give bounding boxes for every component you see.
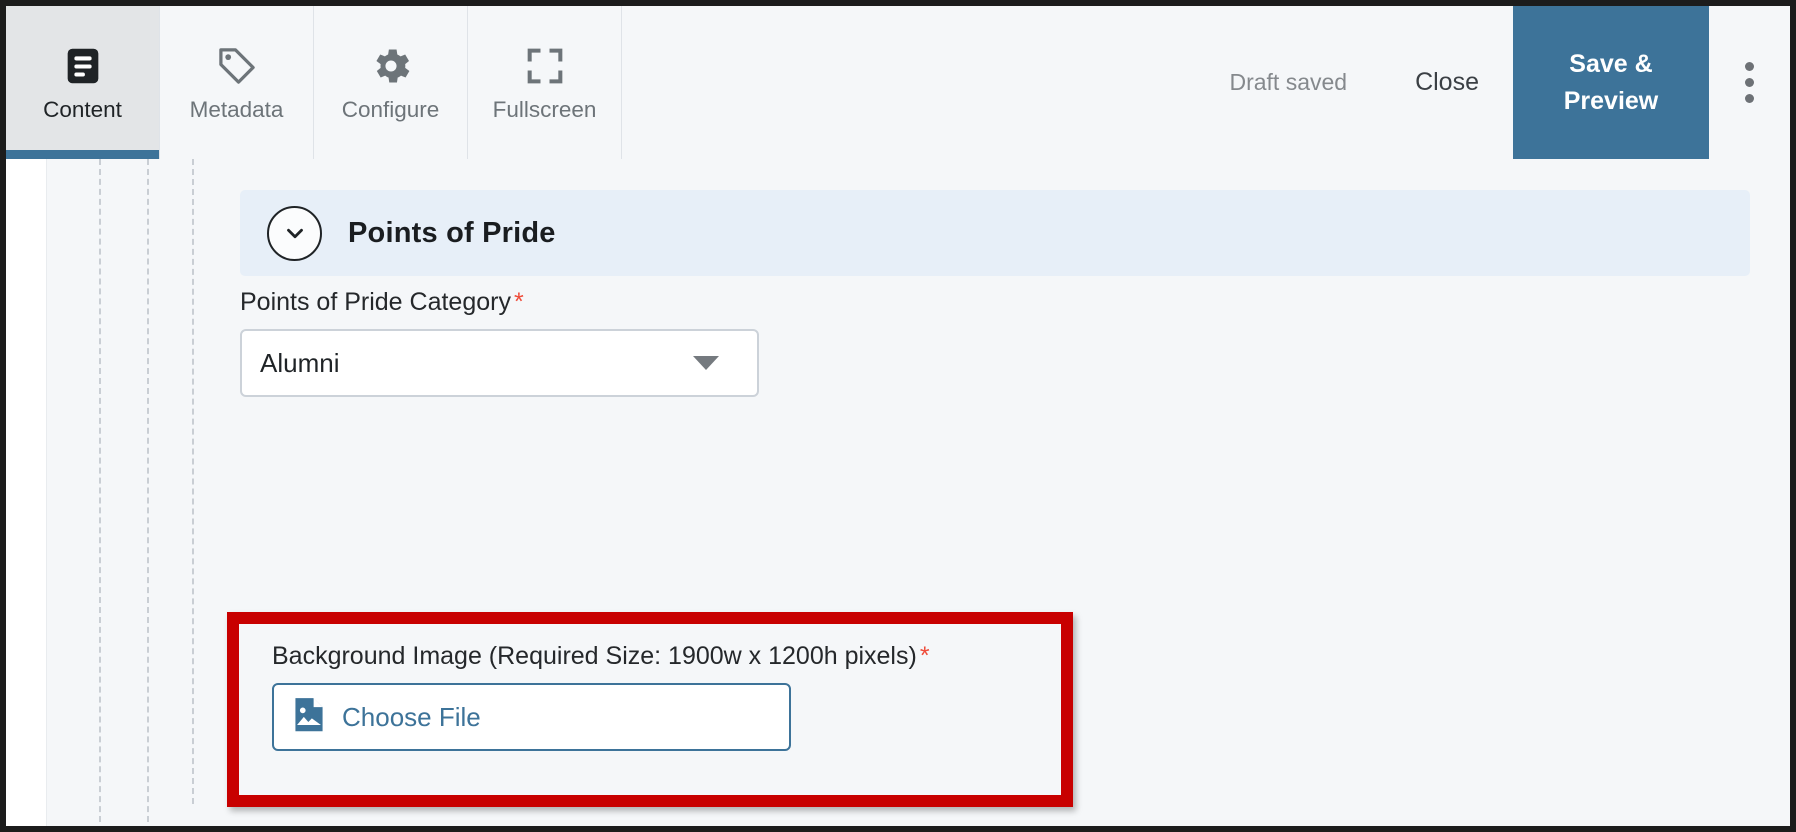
section-title: Points of Pride [348,216,556,249]
chevron-down-icon[interactable] [267,205,322,261]
tab-fullscreen-label: Fullscreen [492,97,597,123]
category-selected-value: Alumni [260,347,340,378]
tag-icon [214,43,260,89]
tab-bar: Content Metadata Configure Fullscreen [6,6,622,159]
layout-guide-line [192,159,194,804]
editor-canvas: Points of Pride Points of Pride Category… [6,159,1790,826]
background-image-field-label: Background Image (Required Size: 1900w x… [272,641,930,671]
background-image-label-text: Background Image (Required Size: 1900w x… [272,642,917,670]
expand-icon [522,43,568,89]
left-gutter [6,159,47,826]
tab-content-label: Content [43,97,122,123]
tab-metadata[interactable]: Metadata [160,6,314,159]
field-background-image: Background Image (Required Size: 1900w x… [272,641,930,751]
kebab-dot [1745,94,1754,103]
editor-window: Content Metadata Configure Fullscreen Dr… [0,0,1796,832]
tab-fullscreen[interactable]: Fullscreen [468,6,622,159]
document-lines-icon [60,43,106,89]
save-and-preview-button[interactable]: Save & Preview [1513,6,1709,159]
kebab-dot [1745,78,1754,87]
close-button[interactable]: Close [1381,68,1513,97]
tab-metadata-label: Metadata [189,97,284,123]
section-header-points-of-pride[interactable]: Points of Pride [240,190,1750,276]
gear-icon [368,43,414,89]
triangle-down-icon [693,356,719,370]
layout-guides-area: Points of Pride Points of Pride Category… [47,159,1790,826]
draft-status-text: Draft saved [1229,69,1348,95]
image-file-icon [292,696,326,739]
layout-guide-line [147,159,149,826]
tab-configure-label: Configure [341,97,440,123]
points-of-pride-form: Points of Pride Category * Alumni Backgro… [227,287,1750,807]
required-asterisk: * [919,642,930,670]
choose-file-button[interactable]: Choose File [272,683,791,751]
kebab-dot [1745,62,1754,71]
editor-toolbar: Content Metadata Configure Fullscreen Dr… [6,6,1790,159]
category-label-text: Points of Pride Category [240,288,511,316]
kebab-menu-icon[interactable] [1709,6,1790,159]
category-select[interactable]: Alumni [240,329,759,397]
required-asterisk: * [513,288,524,316]
layout-guide-line [99,159,101,826]
toolbar-actions: Draft saved Close Save & Preview [1195,6,1790,159]
tab-content[interactable]: Content [6,6,160,159]
category-field-label: Points of Pride Category * [240,287,1750,317]
content-area: Points of Pride Points of Pride Category… [202,159,1790,826]
field-points-of-pride-category: Points of Pride Category * Alumni [240,287,1750,397]
choose-file-label: Choose File [342,701,481,732]
tab-configure[interactable]: Configure [314,6,468,159]
